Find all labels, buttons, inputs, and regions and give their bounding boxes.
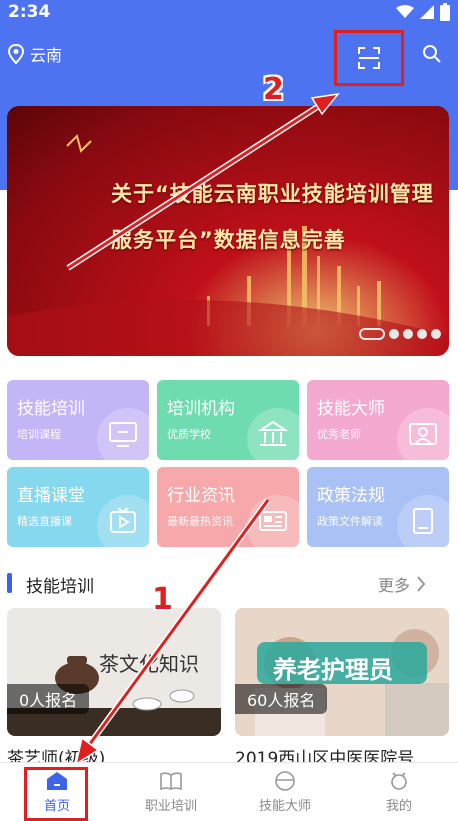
tab-profile[interactable]: 我的 bbox=[342, 763, 456, 821]
carousel-dot[interactable] bbox=[403, 329, 413, 339]
card-title: 培训机构 bbox=[167, 399, 235, 419]
tab-home[interactable]: 首页 bbox=[0, 763, 114, 821]
carousel-dot[interactable] bbox=[431, 329, 441, 339]
enroll-badge: 0人报名 bbox=[7, 684, 90, 714]
wifi-icon bbox=[396, 5, 414, 18]
home-icon bbox=[47, 771, 67, 790]
carousel-indicator bbox=[359, 328, 441, 340]
card-subtitle: 优质学校 bbox=[167, 428, 211, 441]
grid-card-skill-masters[interactable]: 技能大师 优秀老师 bbox=[307, 380, 449, 460]
document-icon bbox=[413, 508, 433, 534]
carousel-dot[interactable] bbox=[389, 329, 399, 339]
helmet-icon bbox=[275, 770, 295, 791]
scan-icon bbox=[358, 47, 380, 69]
chevron-right-icon bbox=[417, 576, 426, 592]
card-title: 技能培训 bbox=[17, 399, 85, 419]
news-icon bbox=[259, 511, 287, 531]
tab-skill-masters[interactable]: 技能大师 bbox=[228, 763, 342, 821]
carousel-dot[interactable] bbox=[417, 329, 427, 339]
tab-label: 职业培训 bbox=[144, 798, 197, 814]
card-title: 技能大师 bbox=[317, 399, 385, 419]
status-icons bbox=[396, 3, 450, 21]
profile-icon bbox=[391, 771, 407, 790]
top-bar: 云南 bbox=[0, 30, 458, 86]
search-button[interactable] bbox=[422, 44, 442, 68]
section-header: 技能培训 更多 bbox=[0, 568, 458, 598]
institution-icon bbox=[257, 420, 289, 446]
search-icon bbox=[423, 45, 441, 63]
carousel-dot-active[interactable] bbox=[359, 328, 385, 340]
bottom-tab-bar: 首页 职业培训 技能大师 我的 bbox=[0, 762, 458, 821]
grid-card-policies[interactable]: 政策法规 政策文件解读 bbox=[307, 467, 449, 547]
status-bar: 2:34 bbox=[0, 0, 458, 26]
card-subtitle: 精选直播课 bbox=[17, 515, 72, 528]
card-subtitle: 最新最热资讯 bbox=[167, 515, 233, 528]
grid-card-skill-training[interactable]: 技能培训 培训课程 bbox=[7, 380, 149, 460]
grid-card-institutions[interactable]: 培训机构 优质学校 bbox=[157, 380, 299, 460]
book-icon bbox=[160, 771, 182, 790]
banner-carousel[interactable]: 关于“技能云南职业技能培训管理 服务平台”数据信息完善 bbox=[7, 106, 449, 356]
tab-vocational-training[interactable]: 职业培训 bbox=[114, 763, 228, 821]
tab-label: 首页 bbox=[43, 798, 70, 814]
battery-icon bbox=[440, 3, 450, 21]
enroll-badge: 60人报名 bbox=[235, 684, 328, 714]
course-image-text: 茶文化知识 bbox=[99, 652, 199, 676]
location-selector[interactable]: 云南 bbox=[8, 42, 62, 66]
course-card-tea[interactable]: 茶文化知识 0人报名 bbox=[7, 608, 221, 736]
section-title: 技能培训 bbox=[26, 577, 94, 597]
banner-title-line2: 服务平台”数据信息完善 bbox=[111, 228, 346, 252]
section-accent-bar bbox=[7, 573, 12, 593]
card-subtitle: 政策文件解读 bbox=[317, 515, 383, 528]
card-title: 行业资讯 bbox=[167, 486, 235, 506]
signal-icon bbox=[420, 5, 434, 19]
step-number-1: 1 bbox=[152, 582, 173, 617]
location-label: 云南 bbox=[30, 46, 63, 65]
tab-label: 我的 bbox=[385, 798, 412, 814]
status-time: 2:34 bbox=[8, 2, 51, 22]
more-link[interactable]: 更多 bbox=[378, 572, 426, 596]
card-title: 政策法规 bbox=[317, 486, 385, 506]
play-icon bbox=[110, 507, 136, 533]
grid-card-industry-news[interactable]: 行业资讯 最新最热资讯 bbox=[157, 467, 299, 547]
card-subtitle: 培训课程 bbox=[17, 428, 61, 441]
master-icon bbox=[409, 423, 437, 445]
course-card-elderly-care[interactable]: 养老护理员 60人报名 bbox=[235, 608, 449, 736]
course-image-text: 养老护理员 bbox=[273, 656, 393, 684]
banner-title-line1: 关于“技能云南职业技能培训管理 bbox=[111, 182, 434, 206]
card-subtitle: 优秀老师 bbox=[317, 428, 361, 441]
location-pin-icon bbox=[8, 44, 24, 64]
scan-button[interactable] bbox=[334, 30, 404, 86]
monitor-icon bbox=[109, 422, 137, 447]
grid-card-live-class[interactable]: 直播课堂 精选直播课 bbox=[7, 467, 149, 547]
tab-label: 技能大师 bbox=[258, 798, 311, 814]
card-title: 直播课堂 bbox=[17, 486, 85, 506]
step-number-2: 2 bbox=[263, 72, 284, 107]
more-label: 更多 bbox=[378, 576, 411, 595]
